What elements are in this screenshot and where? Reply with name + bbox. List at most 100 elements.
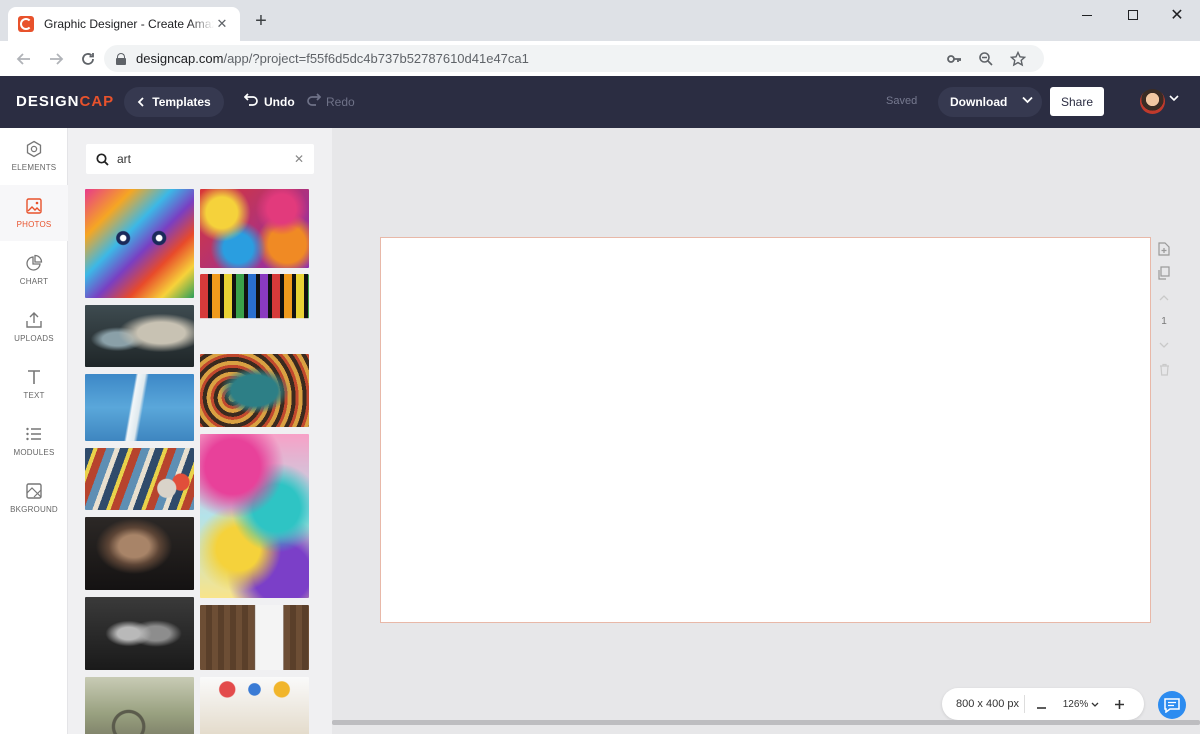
page-down-icon[interactable] [1154, 333, 1174, 357]
designcap-favicon-icon [18, 16, 34, 32]
photo-thumbnail[interactable] [85, 189, 194, 298]
horizontal-scrollbar[interactable] [332, 720, 1200, 725]
rail-label-modules: MODULES [13, 448, 55, 457]
saved-status: Saved [886, 95, 918, 107]
key-icon[interactable] [944, 49, 964, 69]
share-button[interactable]: Share [1050, 87, 1104, 116]
chevron-down-icon[interactable] [1022, 95, 1033, 107]
logo-accent-text: CAP [79, 93, 115, 110]
chevron-down-icon [1091, 702, 1099, 707]
address-bar[interactable]: designcap.com/app/?project=f55f6d5dc4b73… [104, 45, 1044, 72]
page-tools: 1 [1152, 237, 1176, 387]
photo-thumbnail[interactable] [85, 597, 194, 670]
redo-label: Redo [326, 94, 355, 109]
tool-rail: ELEMENTS PHOTOS CHART UPLOADS TEXT MODUL… [0, 128, 68, 734]
background-icon [26, 483, 42, 499]
redo-button[interactable]: Redo [306, 93, 355, 110]
zoom-level-select[interactable]: 126% [1061, 699, 1101, 710]
rail-item-photos[interactable]: PHOTOS [0, 185, 68, 241]
photo-thumbnail[interactable] [200, 274, 309, 347]
upload-icon [26, 312, 42, 328]
photo-thumbnail[interactable] [85, 305, 194, 367]
download-label: Download [950, 95, 1008, 109]
clear-search-icon[interactable]: ✕ [294, 152, 304, 166]
window-close-button[interactable]: ✕ [1154, 4, 1200, 26]
add-page-icon[interactable] [1154, 237, 1174, 261]
design-canvas[interactable] [380, 237, 1151, 623]
rail-label-background: BKGROUND [10, 505, 58, 514]
app-header: DESIGNCAP Templates Undo Redo Saved Down… [0, 76, 1200, 128]
browser-tab[interactable]: Graphic Designer - Create Amazing Graphi… [8, 7, 240, 41]
rail-label-elements: ELEMENTS [11, 163, 57, 172]
chat-support-button[interactable] [1158, 691, 1186, 719]
canvas-workspace: 1 800 x 400 px 126% [332, 128, 1200, 734]
photo-search-input[interactable] [117, 152, 287, 166]
undo-button[interactable]: Undo [243, 93, 295, 110]
window-maximize-button[interactable] [1110, 4, 1156, 26]
logo-main-text: DESIGN [16, 93, 80, 110]
text-icon [28, 370, 40, 384]
download-button[interactable]: Download [938, 87, 1042, 117]
photo-thumbnail[interactable] [85, 517, 194, 590]
new-tab-button[interactable]: + [250, 10, 272, 32]
rail-label-photos: PHOTOS [16, 220, 52, 229]
tab-close-icon[interactable]: ✕ [214, 16, 230, 32]
photo-thumbnail[interactable] [85, 677, 194, 734]
rail-item-text[interactable]: TEXT [0, 356, 68, 412]
reload-icon[interactable] [74, 45, 102, 73]
maximize-icon [1128, 10, 1138, 20]
photo-thumbnail[interactable] [85, 374, 194, 441]
templates-button[interactable]: Templates [124, 87, 224, 117]
browser-toolbar: designcap.com/app/?project=f55f6d5dc4b73… [0, 41, 1200, 111]
rail-label-chart: CHART [19, 277, 49, 286]
user-avatar[interactable] [1140, 89, 1165, 114]
rail-item-elements[interactable]: ELEMENTS [0, 128, 68, 184]
undo-label: Undo [264, 94, 295, 109]
canvas-size-label: 800 x 400 px [956, 698, 1019, 710]
photos-panel: ✕ [68, 128, 332, 734]
photo-thumbnail[interactable] [200, 434, 309, 598]
delete-page-icon[interactable] [1154, 357, 1174, 381]
photo-thumbnail[interactable] [200, 677, 309, 734]
hexagon-icon [26, 140, 42, 158]
designcap-logo[interactable]: DESIGNCAP [16, 93, 114, 110]
rail-item-background[interactable]: BKGROUND [0, 470, 68, 526]
undo-icon [243, 93, 259, 110]
templates-label: Templates [152, 95, 211, 109]
url-host: designcap.com [136, 51, 224, 66]
rail-label-uploads: UPLOADS [14, 334, 54, 343]
back-icon[interactable] [10, 45, 38, 73]
search-icon [96, 152, 109, 166]
minimize-icon [1082, 14, 1092, 16]
zoom-out-icon[interactable] [976, 49, 996, 69]
photo-thumbnail[interactable] [200, 354, 309, 427]
photo-thumbnail[interactable] [200, 605, 309, 670]
rail-label-text: TEXT [23, 391, 45, 400]
redo-icon [306, 93, 322, 110]
user-menu-chevron-icon[interactable] [1169, 94, 1179, 105]
zoom-bar: 800 x 400 px 126% [942, 688, 1144, 720]
browser-tabstrip: Graphic Designer - Create Amazing Graphi… [0, 0, 1200, 41]
url-path: /app/?project=f55f6d5dc4b737b52787610d41… [223, 51, 529, 66]
page-number: 1 [1161, 315, 1167, 327]
pie-chart-icon [26, 254, 43, 271]
photo-search-box: ✕ [86, 144, 314, 174]
window-minimize-button[interactable] [1064, 4, 1110, 26]
bookmark-star-icon[interactable] [1008, 49, 1028, 69]
zoom-divider [1024, 695, 1025, 713]
tab-title: Graphic Designer - Create Amazing Graphi… [44, 17, 214, 31]
rail-item-uploads[interactable]: UPLOADS [0, 299, 68, 355]
chevron-left-icon [137, 95, 145, 110]
list-icon [26, 427, 41, 441]
zoom-out-button[interactable] [1031, 696, 1051, 713]
photo-thumbnail[interactable] [85, 448, 194, 510]
forward-icon[interactable] [42, 45, 70, 73]
rail-item-chart[interactable]: CHART [0, 242, 68, 298]
rail-item-modules[interactable]: MODULES [0, 413, 68, 469]
photo-thumbnail[interactable] [200, 189, 309, 268]
zoom-in-button[interactable] [1109, 696, 1129, 713]
duplicate-page-icon[interactable] [1154, 261, 1174, 285]
zoom-level-value: 126% [1062, 698, 1089, 710]
page-up-icon[interactable] [1154, 285, 1174, 309]
lock-icon [116, 52, 126, 65]
